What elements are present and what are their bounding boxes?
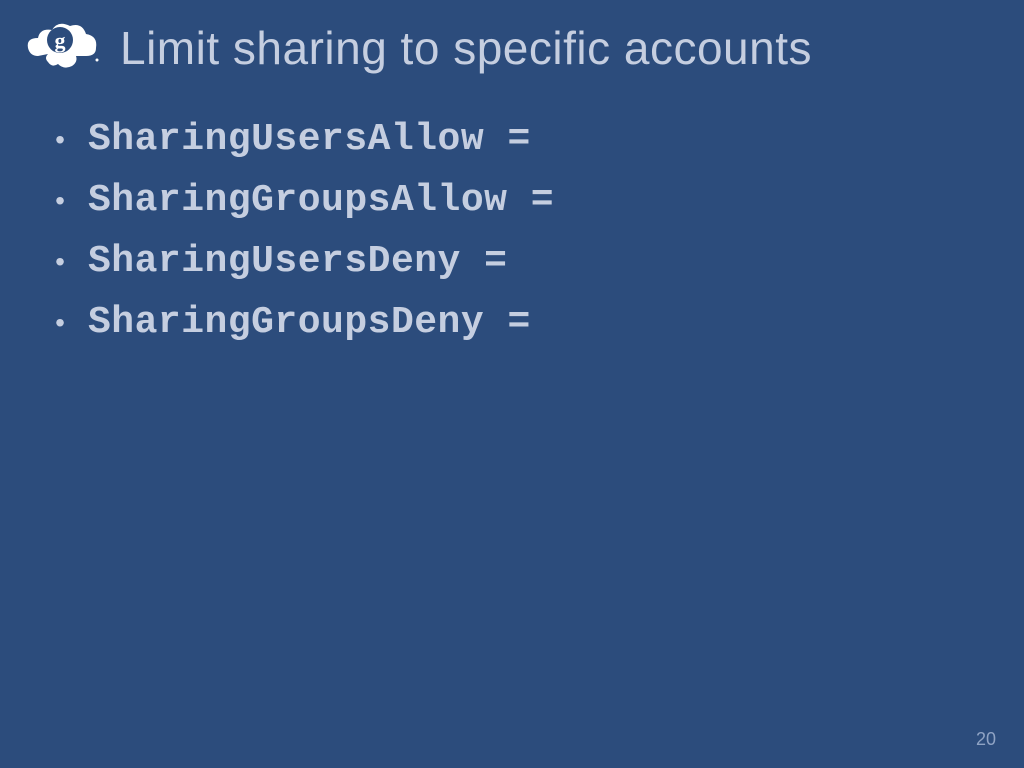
bullet-icon: • <box>50 187 70 215</box>
list-item: • SharingUsersDeny = <box>50 240 974 283</box>
slide-title: Limit sharing to specific accounts <box>120 21 812 75</box>
page-number: 20 <box>976 729 996 750</box>
slide-content: • SharingUsersAllow = • SharingGroupsAll… <box>0 88 1024 344</box>
list-item: • SharingGroupsAllow = <box>50 179 974 222</box>
bullet-icon: • <box>50 309 70 337</box>
globus-logo-icon: g <box>20 18 100 78</box>
bullet-icon: • <box>50 126 70 154</box>
list-item: • SharingGroupsDeny = <box>50 301 974 344</box>
svg-text:g: g <box>55 28 66 53</box>
code-text: SharingGroupsAllow = <box>88 179 554 222</box>
list-item: • SharingUsersAllow = <box>50 118 974 161</box>
bullet-icon: • <box>50 248 70 276</box>
code-text: SharingUsersAllow = <box>88 118 531 161</box>
code-text: SharingGroupsDeny = <box>88 301 531 344</box>
bullet-list: • SharingUsersAllow = • SharingGroupsAll… <box>50 118 974 344</box>
code-text: SharingUsersDeny = <box>88 240 507 283</box>
slide-header: g Limit sharing to specific accounts <box>0 0 1024 88</box>
